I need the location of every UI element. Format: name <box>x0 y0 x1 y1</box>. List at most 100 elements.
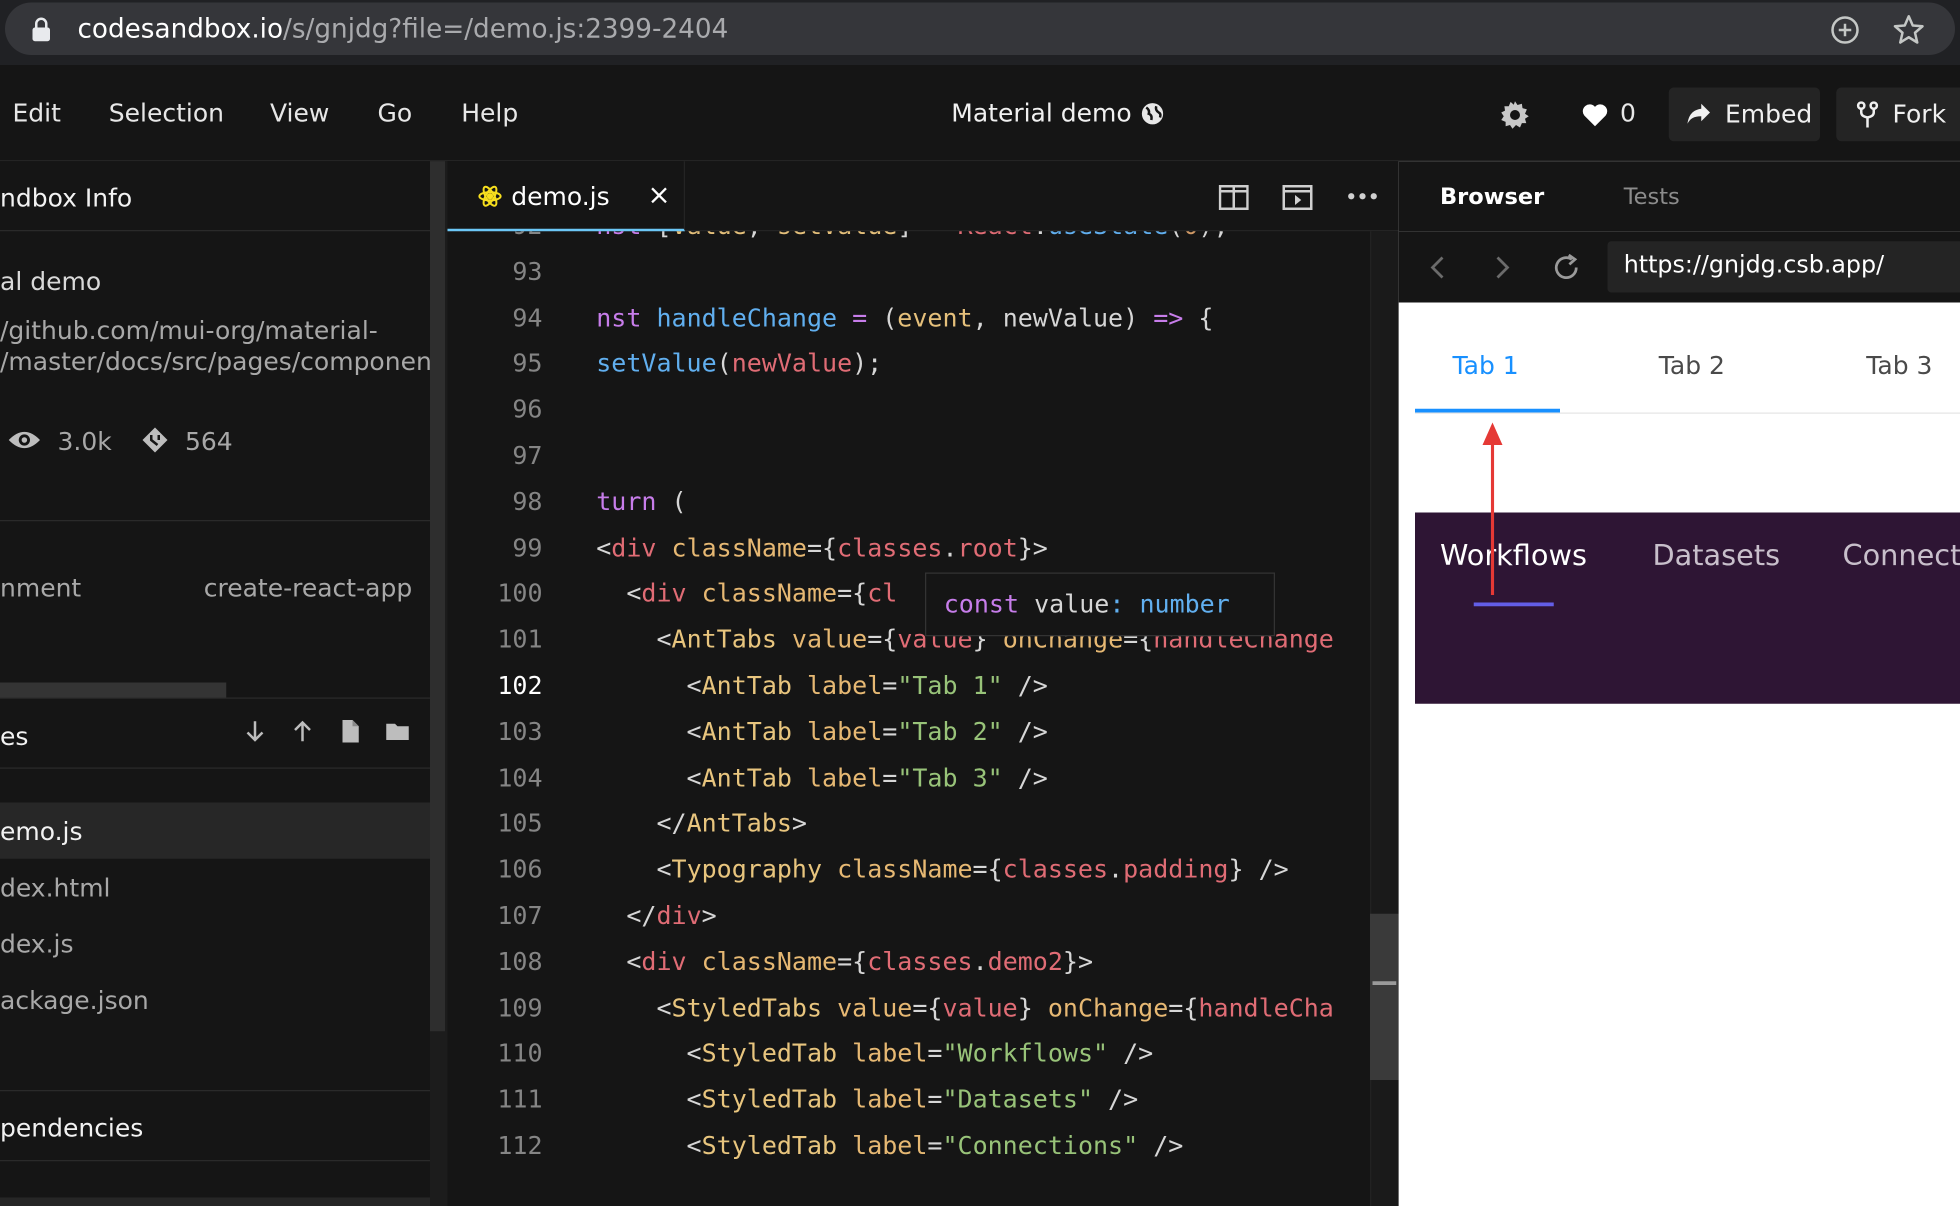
bookmark-star-icon[interactable] <box>1893 14 1926 47</box>
repo-link-line-2[interactable]: /master/docs/src/pages/componen <box>0 346 432 376</box>
like-count: 0 <box>1620 97 1636 128</box>
code-line[interactable]: 110 <StyledTab label="Workflows" /> <box>448 1038 1399 1084</box>
file-item[interactable]: dex.js <box>0 929 74 959</box>
divider <box>0 1090 430 1092</box>
file-item[interactable]: ackage.json <box>0 985 149 1015</box>
code-line[interactable]: 104 <AntTab label="Tab 3" /> <box>448 762 1399 808</box>
styled-tab-connections[interactable]: Connect <box>1843 540 1960 573</box>
react-file-icon <box>478 185 502 207</box>
code-line[interactable]: 105 </AntTabs> <box>448 808 1399 854</box>
back-arrow-icon[interactable] <box>1426 255 1449 280</box>
line-number: 105 <box>497 807 543 838</box>
new-file-icon[interactable] <box>338 719 363 744</box>
divider <box>0 230 430 232</box>
code-line[interactable]: 94 nst handleChange = (event, newValue) =… <box>448 302 1399 348</box>
line-number: 111 <box>497 1083 543 1114</box>
scrollbar-cursor-marker <box>1372 981 1397 985</box>
line-number: 99 <box>512 531 543 562</box>
files-heading[interactable]: es <box>0 721 28 751</box>
add-plus-icon[interactable] <box>1830 15 1860 45</box>
url-path: /s/gnjdg?file=/demo.js:2399-2404 <box>283 13 729 44</box>
address-url[interactable]: codesandbox.io/s/gnjdg?file=/demo.js:239… <box>78 14 729 44</box>
new-folder-icon[interactable] <box>385 719 410 744</box>
file-item[interactable]: emo.js <box>0 816 83 846</box>
code-line[interactable]: 109 <StyledTabs value={value} onChange={… <box>448 992 1399 1038</box>
split-view-icon[interactable] <box>1218 185 1249 210</box>
repo-link-line-1[interactable]: /github.com/mui-org/material- <box>0 315 378 345</box>
menu-help[interactable]: Help <box>461 98 518 128</box>
line-number: 92 <box>448 231 542 240</box>
styled-tab-workflows[interactable]: Workflows <box>1440 540 1587 573</box>
code-area[interactable]: 92 nst [value, setValue] = React.useState… <box>448 231 1399 1206</box>
code-line[interactable]: 93 <box>448 256 1399 302</box>
code-text: turn ( <box>596 485 687 516</box>
tab-tests[interactable]: Tests <box>1624 184 1680 210</box>
preview-frame: Tab 1 Tab 2 Tab 3 Workflows Datasets Con… <box>1398 302 1960 1206</box>
preview-url-input[interactable]: https://gnjdg.csb.app/ <box>1607 241 1960 293</box>
dependencies-heading[interactable]: pendencies <box>0 1113 143 1143</box>
code-line[interactable]: 107 </div> <box>448 900 1399 946</box>
view-count: 3.0k <box>57 426 112 457</box>
code-line[interactable]: 112 <StyledTab label="Connections" /> <box>448 1130 1399 1176</box>
sandbox-info-heading[interactable]: ndbox Info <box>0 183 132 213</box>
environment-label: nment <box>0 572 82 603</box>
preview-url-text: https://gnjdg.csb.app/ <box>1623 251 1885 279</box>
code-line[interactable]: 111 <StyledTab label="Datasets" /> <box>448 1084 1399 1130</box>
code-line[interactable]: 95 setValue(newValue); <box>448 348 1399 394</box>
upload-arrow-icon[interactable] <box>290 719 315 744</box>
line-number: 108 <box>497 945 543 976</box>
close-icon[interactable]: × <box>648 180 671 211</box>
menu-go[interactable]: Go <box>378 98 413 128</box>
sidebar-scrollbar[interactable] <box>430 161 445 1032</box>
sandbox-title[interactable]: Material demo <box>951 98 1131 128</box>
address-bar[interactable]: codesandbox.io/s/gnjdg?file=/demo.js:239… <box>5 2 1955 55</box>
editor-scrollbar[interactable] <box>1370 913 1399 1080</box>
code-text: nst handleChange = (event, newValue) => … <box>596 301 1214 332</box>
line-number: 95 <box>512 347 543 378</box>
reload-icon[interactable] <box>1551 253 1581 283</box>
demo-tab-3[interactable]: Tab 3 <box>1866 350 1932 380</box>
environment-value: create-react-app <box>203 572 413 603</box>
heart-icon[interactable] <box>1581 103 1609 128</box>
code-line[interactable]: 106 <Typography className={classes.paddi… <box>448 854 1399 900</box>
more-options-icon[interactable] <box>1348 193 1378 201</box>
download-arrow-icon[interactable] <box>243 719 268 744</box>
code-line[interactable]: 98 turn ( <box>448 486 1399 532</box>
embed-button[interactable]: Embed <box>1668 87 1820 142</box>
styled-tab-datasets[interactable]: Datasets <box>1653 540 1781 573</box>
line-number: 93 <box>512 255 543 286</box>
forward-arrow-icon[interactable] <box>1491 255 1514 280</box>
code-line[interactable]: 108 <div className={classes.demo2}> <box>448 946 1399 992</box>
code-line[interactable]: 97 <box>448 440 1399 486</box>
code-line[interactable]: 102 <AntTab label="Tab 1" /> <box>448 670 1399 716</box>
tab-browser[interactable]: Browser <box>1440 184 1544 210</box>
divider <box>0 767 430 769</box>
line-number: 101 <box>497 623 543 654</box>
file-item[interactable]: dex.html <box>0 873 111 903</box>
code-line[interactable]: 103 <AntTab label="Tab 2" /> <box>448 716 1399 762</box>
menu-selection[interactable]: Selection <box>109 98 224 128</box>
editor-tab-demo-js[interactable]: demo.js × <box>447 161 685 232</box>
tooltip-separator: : <box>1109 588 1125 619</box>
horizontal-scrollbar[interactable] <box>0 682 227 698</box>
fork-count: 564 <box>185 426 233 457</box>
gear-icon[interactable] <box>1500 100 1530 130</box>
browser-chrome: codesandbox.io/s/gnjdg?file=/demo.js:239… <box>0 0 1960 65</box>
demo-tab-2[interactable]: Tab 2 <box>1659 350 1725 380</box>
fork-count-icon <box>142 427 168 453</box>
menu-edit[interactable]: Edit <box>13 98 61 128</box>
code-text: <div className={classes.root}> <box>596 531 1048 562</box>
sidebar-bottom-scrollbar[interactable] <box>0 1197 430 1206</box>
code-text: <AntTab label="Tab 1" /> <box>596 670 1048 700</box>
annotation-arrow-icon <box>1482 422 1503 595</box>
menu-view[interactable]: View <box>270 98 329 128</box>
tooltip-type: number <box>1139 588 1230 619</box>
code-line[interactable]: 99 <div className={classes.root}> <box>448 532 1399 578</box>
code-line[interactable]: 92 nst [value, setValue] = React.useState… <box>448 231 1399 256</box>
code-line[interactable]: 96 <box>448 394 1399 440</box>
preview-window-icon[interactable] <box>1282 185 1313 210</box>
demo-tab-1[interactable]: Tab 1 <box>1453 350 1519 380</box>
sidebar: ndbox Info al demo /github.com/mui-org/m… <box>0 161 432 1206</box>
fork-button[interactable]: Fork <box>1836 87 1960 142</box>
code-text: <StyledTab label="Workflows" /> <box>596 1037 1154 1068</box>
